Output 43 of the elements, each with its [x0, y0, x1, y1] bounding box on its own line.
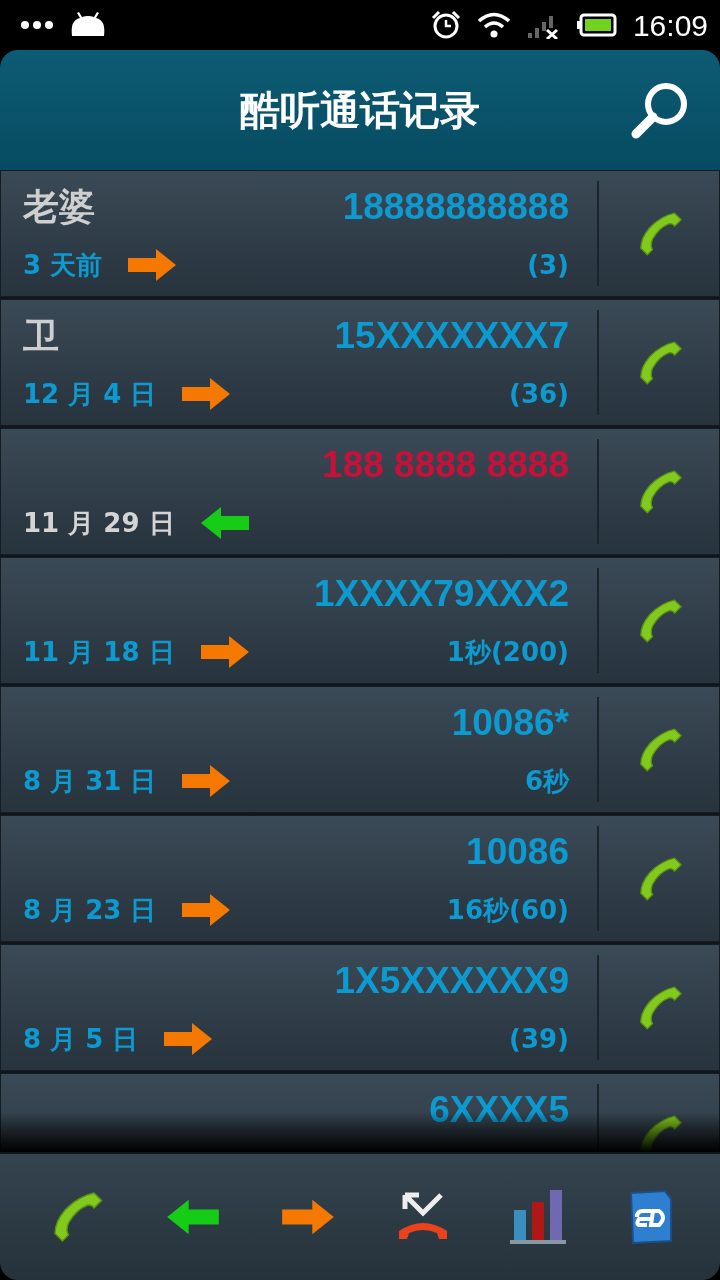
battery-icon	[576, 13, 617, 37]
call-duration: 1秒(200)	[446, 635, 569, 669]
right-arrow-icon	[279, 1197, 336, 1237]
call-duration: (36)	[509, 377, 569, 411]
call-log-row[interactable]: 6XXXX5	[0, 1073, 720, 1152]
call-log-row[interactable]: 卫 15XXXXXXX7 12 月 4 日 (36)	[0, 299, 720, 426]
call-duration: 6秒	[524, 764, 569, 798]
alarm-icon	[430, 10, 461, 40]
call-log-row[interactable]: 10086* 8 月 31 日 6秒	[0, 686, 720, 813]
call-date: 3 天前	[23, 248, 103, 282]
search-button[interactable]	[630, 80, 690, 140]
contact-name: 卫	[23, 314, 59, 358]
call-log-row[interactable]: 老婆 18888888888 3 天前 (3)	[0, 170, 720, 297]
bar-chart-icon	[509, 1188, 566, 1246]
call-log-row[interactable]: 188 8888 8888 11 月 29 日	[0, 428, 720, 555]
wifi-icon	[476, 12, 511, 38]
phone-number: 18888888888	[342, 184, 569, 229]
call-date: 8 月 5 日	[23, 1022, 139, 1056]
call-date: 8 月 31 日	[23, 764, 157, 798]
app-title: 酷听通话记录	[240, 86, 480, 135]
call-duration: (3)	[527, 248, 569, 282]
phone-number: 1XXXX79XXX2	[313, 571, 569, 616]
android-icon	[70, 12, 106, 38]
call-duration: (39)	[509, 1022, 569, 1056]
call-duration: 16秒(60)	[446, 893, 569, 927]
phone-number: 6XXXX5	[429, 1087, 569, 1132]
search-icon	[630, 80, 690, 140]
more-dots-icon	[20, 20, 54, 30]
call-date: 11 月 29 日	[23, 506, 175, 540]
clock-time: 16:09	[632, 7, 708, 44]
call-date: 12 月 4 日	[23, 377, 157, 411]
phone-number: 10086	[466, 829, 569, 874]
phone-number: 10086*	[451, 700, 569, 745]
phone-number: 188 8888 8888	[322, 442, 569, 487]
call-date: 8 月 23 日	[23, 893, 157, 927]
right-arrow-icon	[198, 634, 251, 670]
contact-name: 老婆	[23, 185, 95, 229]
phone-number: 1X5XXXXXX9	[334, 958, 569, 1003]
phone-number: 15XXXXXXX7	[334, 313, 569, 358]
call-log-row[interactable]: 1XXXX79XXX2 11 月 18 日 1秒(200)	[0, 557, 720, 684]
call-log-row[interactable]: 10086 8 月 23 日 16秒(60)	[0, 815, 720, 942]
call-log-row[interactable]: 1X5XXXXXX9 8 月 5 日 (39)	[0, 944, 720, 1071]
call-date: 11 月 18 日	[23, 635, 175, 669]
